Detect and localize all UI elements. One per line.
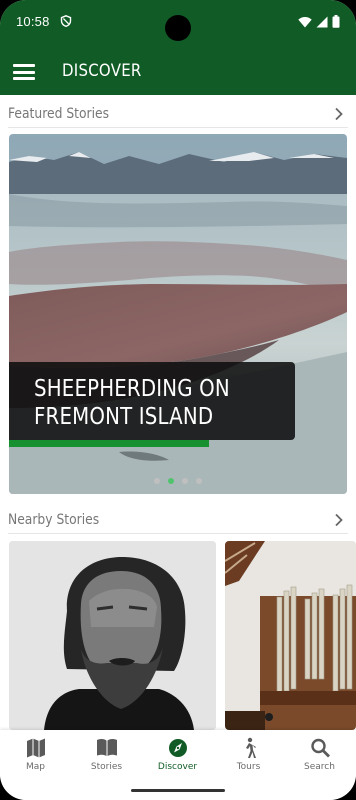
- top-app-bar: 10:58 DISCOVER: [0, 0, 356, 95]
- shield-icon: [60, 15, 72, 27]
- nav-label-tours: Tours: [236, 762, 261, 772]
- signal-icon: [316, 16, 328, 27]
- portrait-photo: [9, 541, 216, 730]
- book-icon: [97, 739, 117, 756]
- camera-cutout: [165, 15, 191, 41]
- app-bar: DISCOVER: [0, 48, 356, 94]
- nav-label-map: Map: [26, 762, 45, 772]
- chevron-right-icon[interactable]: [334, 107, 344, 121]
- featured-stories-header[interactable]: Featured Stories: [8, 98, 348, 128]
- search-icon: [311, 738, 330, 758]
- featured-stories-label: Featured Stories: [8, 106, 110, 122]
- battery-icon: [332, 15, 340, 28]
- nav-item-discover[interactable]: Discover: [142, 730, 213, 790]
- story-caption-box: SHEEPHERDING ON FREMONT ISLAND: [9, 362, 295, 440]
- carousel-indicator: [154, 478, 202, 484]
- wifi-icon: [298, 16, 312, 27]
- page-title: DISCOVER: [62, 61, 142, 81]
- nav-item-stories[interactable]: Stories: [71, 730, 142, 790]
- featured-story-card[interactable]: SHEEPHERDING ON FREMONT ISLAND: [9, 134, 347, 494]
- hamburger-menu-icon[interactable]: [13, 64, 35, 80]
- nearby-stories-header[interactable]: Nearby Stories: [8, 504, 348, 534]
- status-time: 10:58: [16, 14, 50, 29]
- app-screen: 10:58 DISCOVER Featured Stories SHEEPHER…: [0, 0, 356, 800]
- carousel-dot[interactable]: [154, 478, 160, 484]
- nearby-stories-label: Nearby Stories: [8, 512, 100, 528]
- compass-icon: [169, 739, 187, 757]
- featured-story-title: SHEEPHERDING ON FREMONT ISLAND: [34, 376, 230, 430]
- nearby-story-card[interactable]: [225, 541, 356, 730]
- nav-item-search[interactable]: Search: [284, 730, 355, 790]
- nav-label-stories: Stories: [90, 762, 123, 772]
- pipe-organ-photo: [225, 541, 356, 730]
- nav-label-discover: Discover: [157, 762, 198, 772]
- nav-item-tours[interactable]: Tours: [213, 730, 284, 790]
- carousel-dot[interactable]: [182, 478, 188, 484]
- map-icon: [27, 738, 45, 758]
- nearby-story-card[interactable]: [9, 541, 216, 730]
- caption-accent-bar: [9, 440, 209, 447]
- home-gesture-bar[interactable]: [131, 789, 225, 792]
- carousel-dot[interactable]: [196, 478, 202, 484]
- chevron-right-icon[interactable]: [334, 513, 344, 527]
- carousel-dot-active[interactable]: [168, 478, 174, 484]
- nav-label-search: Search: [304, 762, 335, 772]
- nav-item-map[interactable]: Map: [0, 730, 71, 790]
- walking-person-icon: [246, 737, 256, 758]
- status-icons: [298, 15, 340, 28]
